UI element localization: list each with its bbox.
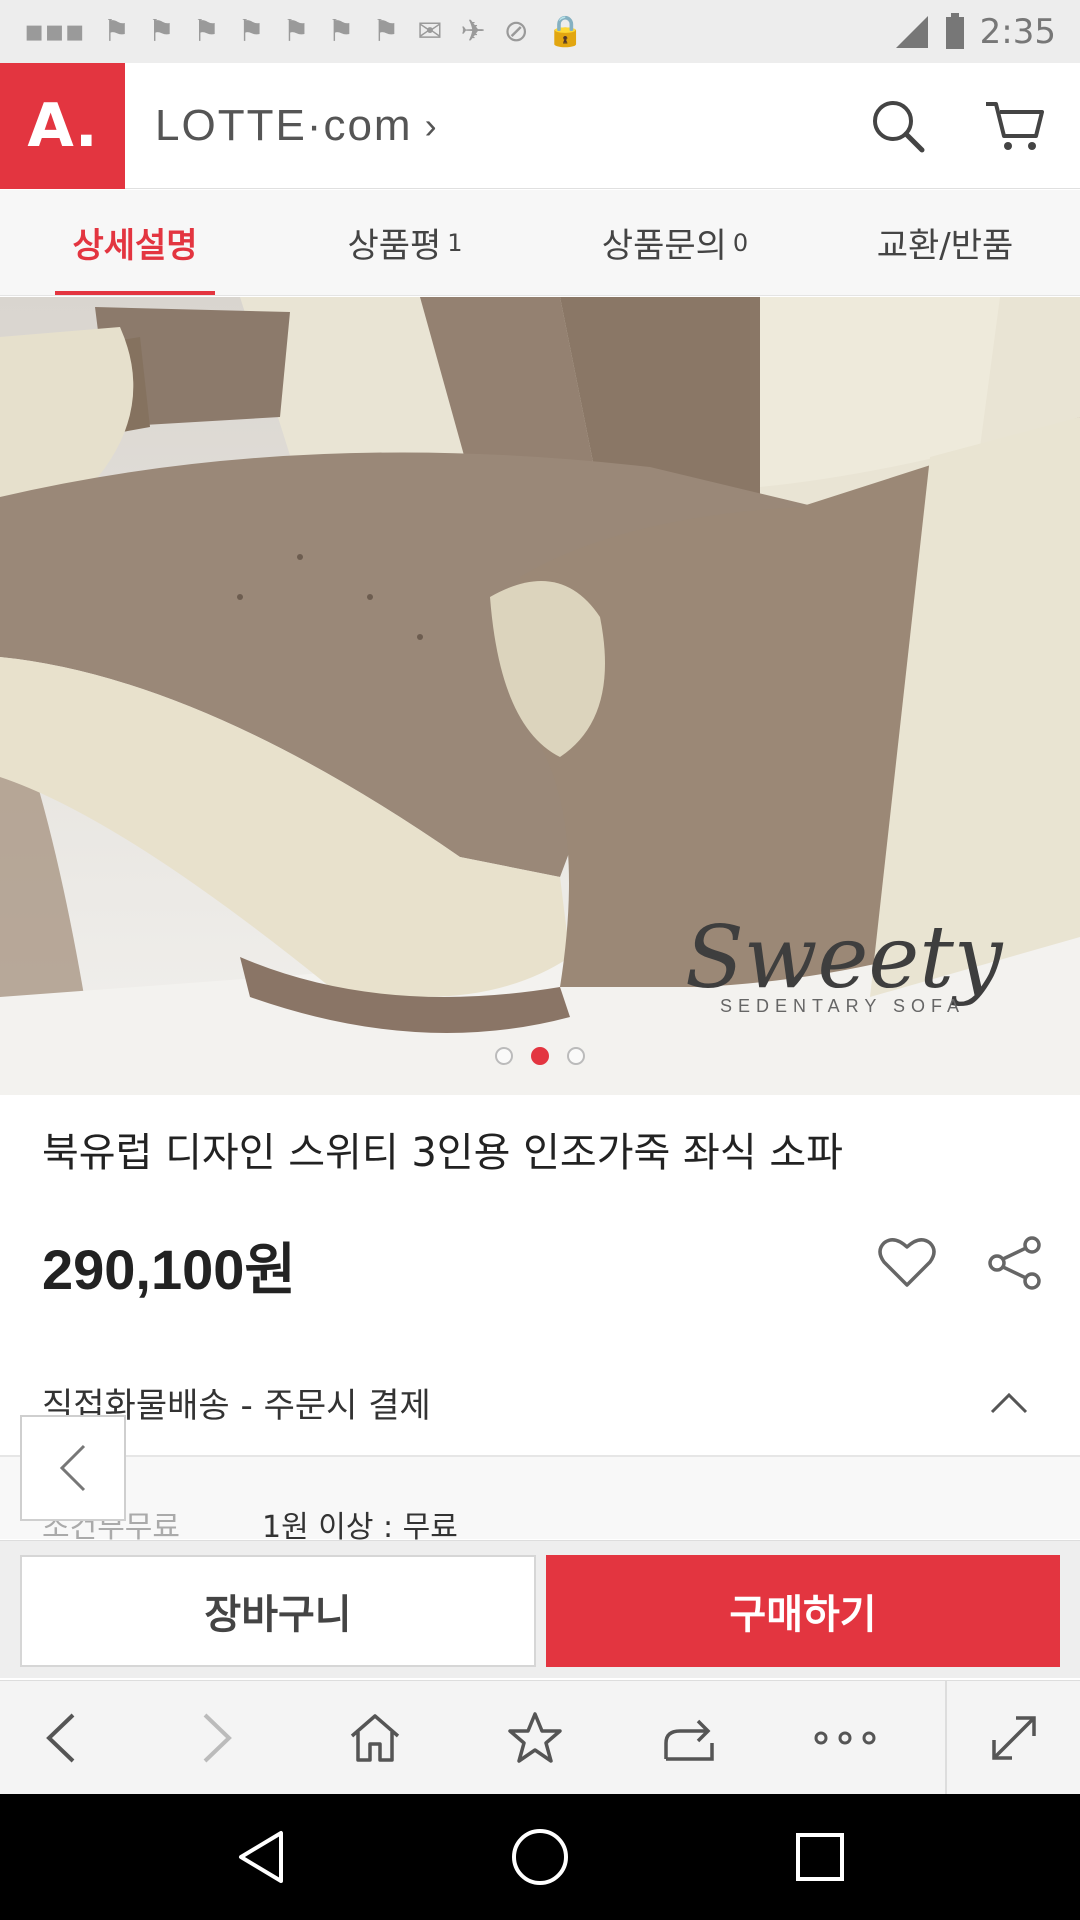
brand-link[interactable]: LOTTE·com ›: [155, 101, 439, 151]
sync-icon: ⊘: [503, 13, 529, 49]
system-nav-bar: [0, 1794, 1080, 1920]
notification-icon: ⚑: [372, 13, 400, 49]
notification-icon: ⚑: [147, 13, 175, 49]
floating-back-button[interactable]: [20, 1415, 126, 1521]
notification-icon: ⚑: [192, 13, 220, 49]
expand-icon[interactable]: [947, 1681, 1080, 1795]
status-bar: ▪▪▪ ⚑ ⚑ ⚑ ⚑ ⚑ ⚑ ⚑ ✉ ✈ ⊘ 🔒 2:35: [0, 0, 1080, 63]
add-to-cart-button[interactable]: 장바구니: [20, 1555, 536, 1667]
chevron-right-icon: ›: [424, 104, 439, 146]
notification-icon: ⚑: [327, 13, 355, 49]
lock-icon: 🔒: [546, 13, 585, 49]
nav-home-icon[interactable]: [500, 1817, 580, 1897]
nav-recents-icon[interactable]: [780, 1817, 860, 1897]
signal-icon: [895, 15, 928, 48]
chevron-left-icon: [59, 1444, 86, 1492]
tab-count: 0: [732, 228, 749, 257]
tab-label: 교환/반품: [876, 226, 1014, 266]
heart-icon[interactable]: [878, 1235, 936, 1295]
back-arrow-icon[interactable]: [0, 1681, 120, 1795]
lotte-logo[interactable]: A.: [0, 62, 125, 189]
tab-label: 상세설명: [72, 226, 198, 266]
product-tabs: 상세설명 상품평 1 상품문의 0 교환/반품: [0, 190, 1080, 296]
tab-returns[interactable]: 교환/반품: [810, 190, 1080, 295]
carousel-dot-active[interactable]: [531, 1047, 549, 1065]
mail-icon: ✉: [417, 13, 443, 49]
purchase-actions: 장바구니 구매하기: [0, 1540, 1080, 1678]
battery-icon: [945, 12, 964, 49]
watermark-tagline: SEDENTARY SOFA: [720, 996, 965, 1016]
gps-icon: ✈: [460, 13, 486, 49]
header-icons: [868, 96, 1044, 156]
sofa-image: Sweety SEDENTARY SOFA: [0, 297, 1080, 1095]
share-forward-icon[interactable]: [635, 1681, 745, 1795]
buy-now-button[interactable]: 구매하기: [546, 1555, 1060, 1667]
cart-icon[interactable]: [984, 96, 1044, 156]
carousel-dot[interactable]: [567, 1047, 585, 1065]
search-icon[interactable]: [868, 96, 928, 156]
watermark-brand: Sweety: [685, 908, 1004, 1008]
star-icon[interactable]: [435, 1681, 635, 1795]
browser-toolbar: [0, 1680, 1080, 1795]
status-right: 2:35: [894, 12, 1056, 52]
carousel-dot[interactable]: [495, 1047, 513, 1065]
tab-label: 상품평: [347, 226, 442, 266]
share-icon[interactable]: [986, 1235, 1044, 1295]
tab-details[interactable]: 상세설명: [0, 190, 270, 295]
tab-reviews[interactable]: 상품평 1: [270, 190, 540, 295]
price-actions: [878, 1235, 1044, 1295]
forward-arrow-icon[interactable]: [120, 1681, 315, 1795]
nav-back-icon[interactable]: [220, 1817, 300, 1897]
status-time: 2:35: [979, 11, 1056, 52]
notification-icon: ⚑: [237, 13, 265, 49]
tab-count: 1: [447, 228, 463, 257]
status-icons: ▪▪▪ ⚑ ⚑ ⚑ ⚑ ⚑ ⚑ ⚑ ✉ ✈ ⊘ 🔒: [24, 13, 894, 49]
app-header: A. LOTTE·com ›: [0, 62, 1080, 189]
notification-icon: ⚑: [103, 13, 130, 49]
notification-icon: ⚑: [282, 13, 310, 49]
product-price: 290,100원: [42, 1238, 296, 1301]
more-icon[interactable]: [745, 1681, 945, 1795]
logo-text: A.: [27, 90, 98, 161]
chevron-up-icon[interactable]: [984, 1378, 1034, 1428]
carousel-dots: [0, 1047, 1080, 1065]
brand-name: LOTTE·com: [155, 100, 413, 150]
product-image-carousel[interactable]: Sweety SEDENTARY SOFA: [0, 297, 1080, 1095]
tab-label: 상품문의: [601, 226, 727, 266]
product-title: 북유럽 디자인 스위티 3인용 인조가죽 좌식 소파: [42, 1130, 843, 1176]
home-icon[interactable]: [315, 1681, 435, 1795]
tab-qna[interactable]: 상품문의 0: [540, 190, 810, 295]
chat-icon: ▪▪▪: [24, 13, 85, 49]
